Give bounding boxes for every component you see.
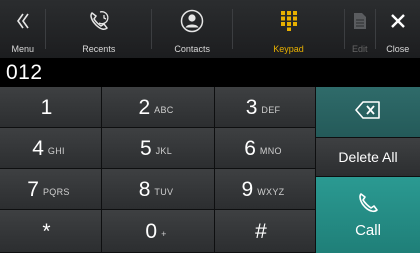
key-digit: #	[255, 219, 267, 243]
delete-all-button[interactable]: Delete All	[316, 138, 420, 177]
close-x-icon	[390, 6, 406, 36]
phone-history-icon	[87, 6, 111, 36]
key-digit: 7	[27, 177, 39, 201]
keypad-grid: 1 2 ABC 3 DEF 4 GHI 5 JKL 6 MNO 7 PQRS 8 TUV 9W…	[0, 87, 316, 253]
phone-handset-icon	[357, 192, 379, 219]
key-letters: TUV	[154, 187, 174, 197]
document-icon	[353, 6, 367, 36]
key-9[interactable]: 9 WXYZ	[215, 169, 316, 210]
edit-label: Edit	[351, 44, 368, 54]
key-digit: 4	[32, 136, 44, 160]
menu-label: Menu	[11, 44, 34, 54]
key-4[interactable]: 4 GHI	[0, 128, 102, 169]
key-digit: 6	[244, 136, 256, 160]
key-2[interactable]: 2 ABC	[102, 87, 215, 128]
key-digit: 0	[145, 219, 158, 243]
key-digit: 2	[138, 95, 151, 119]
key-digit: 9	[241, 177, 254, 201]
key-8[interactable]: 8 TUV	[102, 169, 215, 210]
close-button[interactable]: Close	[376, 0, 420, 58]
delete-all-label: Delete All	[338, 149, 398, 165]
person-icon	[180, 6, 204, 36]
key-0[interactable]: 0 +	[102, 210, 215, 253]
key-letters: DEF	[261, 105, 281, 115]
menu-button[interactable]: Menu	[0, 0, 45, 58]
dialed-number: 012	[6, 60, 43, 84]
key-1[interactable]: 1	[0, 87, 102, 128]
key-letters: WXYZ	[257, 187, 285, 197]
key-letters: JKL	[155, 146, 173, 156]
tab-keypad[interactable]: Keypad	[233, 0, 344, 58]
action-column: Delete All Call	[316, 87, 420, 253]
key-star[interactable]: *	[0, 210, 102, 253]
key-digit: *	[42, 219, 51, 243]
key-7[interactable]: 7 PQRS	[0, 169, 102, 210]
key-letters: GHI	[47, 146, 65, 156]
keypad-label: Keypad	[273, 44, 304, 54]
tab-contacts[interactable]: Contacts	[152, 0, 232, 58]
key-hash[interactable]: #	[215, 210, 316, 253]
key-digit: 8	[138, 177, 151, 201]
tab-recents[interactable]: Recents	[46, 0, 151, 58]
key-5[interactable]: 5 JKL	[102, 128, 215, 169]
recents-label: Recents	[82, 44, 116, 54]
key-digit: 3	[245, 95, 258, 119]
close-label: Close	[386, 44, 410, 54]
contacts-label: Contacts	[174, 44, 210, 54]
key-digit: 5	[139, 136, 152, 160]
key-digit: 1	[40, 95, 53, 119]
backspace-button[interactable]	[316, 87, 420, 138]
dialed-number-display: 012	[0, 58, 420, 87]
double-chevron-left-icon	[15, 6, 31, 36]
top-nav-bar: Menu Recents Contacts Keypad Edit Close	[0, 0, 420, 58]
key-3[interactable]: 3 DEF	[215, 87, 316, 128]
key-6[interactable]: 6 MNO	[215, 128, 316, 169]
keypad-grid-icon	[280, 6, 297, 36]
key-letters: +	[161, 229, 167, 239]
backspace-icon	[355, 100, 381, 124]
key-letters: ABC	[154, 105, 174, 115]
key-letters: PQRS	[42, 187, 70, 197]
call-button[interactable]: Call	[316, 177, 420, 253]
key-letters: MNO	[259, 146, 282, 156]
edit-button[interactable]: Edit	[345, 0, 375, 58]
call-label: Call	[355, 221, 381, 239]
